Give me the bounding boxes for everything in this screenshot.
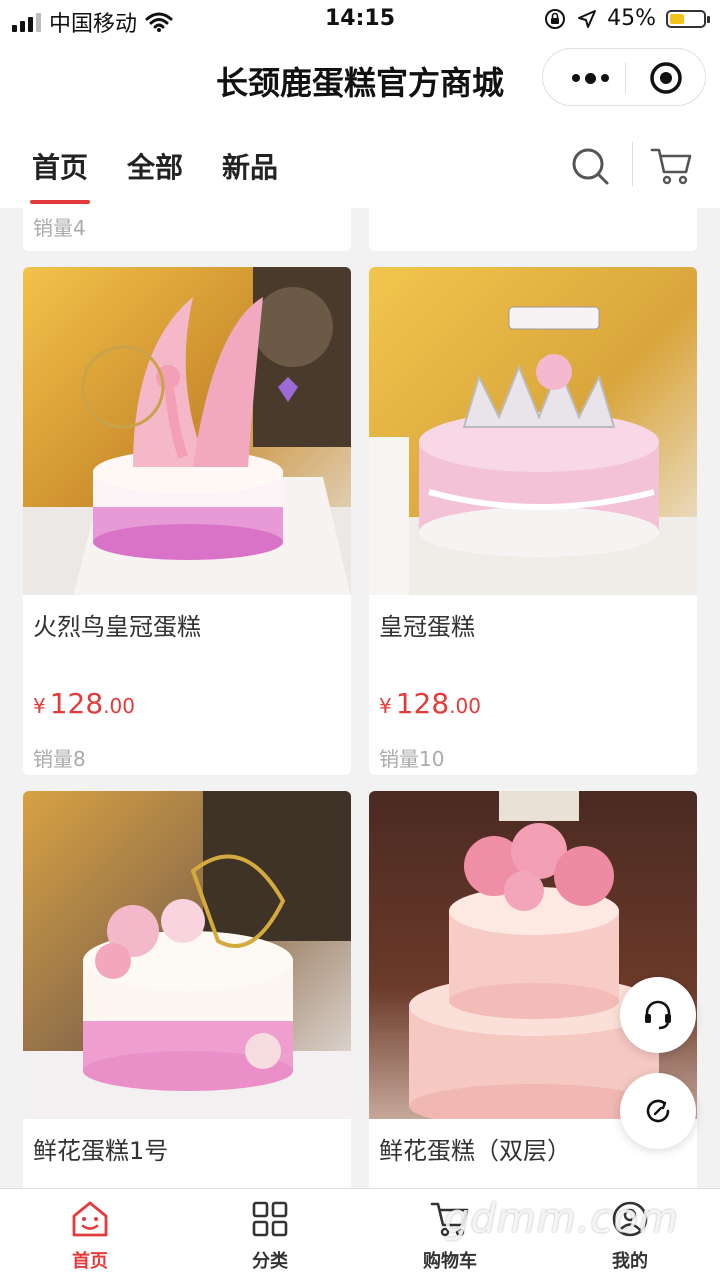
product-sales: 销量4 xyxy=(33,216,86,240)
product-card[interactable]: 鲜花蛋糕1号 xyxy=(23,791,351,1188)
price-decimal: .00 xyxy=(103,694,135,718)
tab-home[interactable]: 首页 xyxy=(29,146,91,204)
tabbar-item-category[interactable]: 分类 xyxy=(180,1189,360,1281)
product-sales: 销量10 xyxy=(379,747,445,771)
refresh-button[interactable] xyxy=(620,1073,696,1149)
mini-program-capsule xyxy=(542,48,706,106)
cart-icon[interactable] xyxy=(650,144,694,188)
price-decimal: .00 xyxy=(449,694,481,718)
flamingo-crown-cake-photo xyxy=(23,267,351,595)
nav-bar: 首页 全部 新品 xyxy=(0,120,720,208)
product-image[interactable] xyxy=(369,791,697,1119)
crown-cake-photo xyxy=(369,267,697,595)
product-name: 火烈鸟皇冠蛋糕 xyxy=(33,613,201,641)
product-name: 皇冠蛋糕 xyxy=(379,613,475,641)
tabbar-label-category: 分类 xyxy=(252,1251,288,1272)
product-price: ¥128.00 xyxy=(379,687,481,720)
battery-icon xyxy=(666,9,710,28)
product-sales: 销量8 xyxy=(33,747,86,771)
customer-service-icon xyxy=(645,1000,671,1030)
product-card-partial[interactable] xyxy=(369,208,697,251)
status-bar: 中国移动 14:15 45% xyxy=(0,0,720,40)
capsule-divider xyxy=(625,63,626,93)
battery-percent: 45% xyxy=(607,6,656,31)
title-bar: 长颈鹿蛋糕官方商城 xyxy=(0,40,720,120)
product-card[interactable]: 皇冠蛋糕 ¥128.00 销量10 xyxy=(369,267,697,775)
product-image[interactable] xyxy=(23,267,351,595)
currency-symbol: ¥ xyxy=(379,694,392,718)
product-price: ¥128.00 xyxy=(33,687,135,720)
product-image[interactable] xyxy=(23,791,351,1119)
tabbar-item-home[interactable]: 首页 xyxy=(0,1189,180,1281)
more-dots-icon[interactable] xyxy=(565,63,615,93)
status-right: 45% xyxy=(543,6,710,31)
product-list: 销量4 火烈鸟皇冠蛋糕 ¥ 128.00 销量8 皇冠蛋糕 ¥ 128.00 销… xyxy=(0,208,720,1188)
product-name: 鲜花蛋糕1号 xyxy=(33,1137,169,1165)
product-image[interactable] xyxy=(369,267,697,595)
refresh-icon xyxy=(646,1099,670,1123)
flower-cake-1-photo xyxy=(23,791,351,1119)
tab-new[interactable]: 新品 xyxy=(222,146,278,186)
product-card-partial[interactable]: 销量4 xyxy=(23,208,351,251)
tabbar-label-home: 首页 xyxy=(72,1251,108,1272)
rotation-lock-icon xyxy=(545,8,566,29)
home-face-icon xyxy=(72,1201,108,1237)
price-integer: 128 xyxy=(49,687,104,720)
search-icon[interactable] xyxy=(570,146,610,186)
customer-service-button[interactable] xyxy=(620,977,696,1053)
price-integer: 128 xyxy=(395,687,450,720)
product-name: 鲜花蛋糕（双层） xyxy=(379,1137,571,1165)
nav-divider xyxy=(632,142,633,186)
product-card[interactable]: 火烈鸟皇冠蛋糕 ¥128.00 销量8 xyxy=(23,267,351,775)
close-target-icon[interactable] xyxy=(649,61,683,95)
tabbar-label-cart: 购物车 xyxy=(423,1251,477,1272)
battery-fill xyxy=(670,13,684,24)
tab-all[interactable]: 全部 xyxy=(127,146,183,186)
tabbar-label-profile: 我的 xyxy=(612,1251,648,1272)
watermark-text: gdmm.com xyxy=(444,1196,679,1242)
location-icon xyxy=(578,9,597,28)
currency-symbol: ¥ xyxy=(33,694,46,718)
flower-cake-double-layer-photo xyxy=(369,791,697,1119)
category-grid-icon xyxy=(252,1201,288,1237)
